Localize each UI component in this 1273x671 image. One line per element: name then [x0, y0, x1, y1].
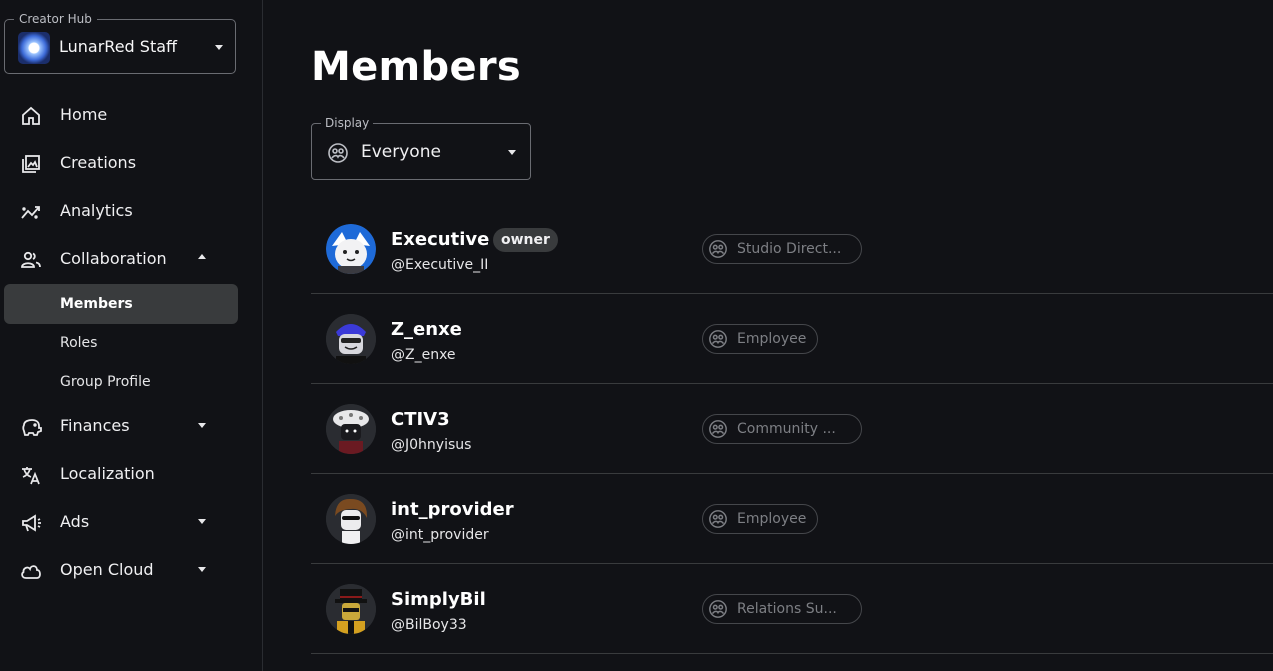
member-display-name: CTIV3 [391, 409, 450, 430]
creator-hub-legend: Creator Hub [14, 11, 97, 27]
sidebar-item-ads[interactable]: Ads [4, 502, 238, 542]
sidebar-item-label: Home [60, 105, 108, 124]
translate-icon [20, 464, 42, 486]
piggy-bank-icon [20, 416, 42, 438]
member-role-label: Studio Direct... [737, 241, 842, 257]
analytics-icon [20, 201, 42, 223]
creator-hub-selector[interactable]: Creator Hub LunarRed Staff [4, 11, 236, 74]
sidebar-item-label: Localization [60, 464, 155, 483]
megaphone-icon [20, 512, 42, 534]
member-username: @BilBoy33 [391, 617, 467, 633]
avatar[interactable] [326, 314, 376, 364]
sidebar-item-members[interactable]: Members [4, 284, 238, 324]
member-username: @J0hnyisus [391, 437, 472, 453]
sidebar-item-analytics[interactable]: Analytics [4, 191, 238, 231]
sidebar-item-label: Collaboration [60, 249, 167, 268]
sidebar-item-roles[interactable]: Roles [4, 323, 238, 363]
creations-icon [20, 153, 42, 175]
page-title: Members [311, 44, 522, 90]
group-name: LunarRed Staff [59, 37, 178, 56]
caret-down-icon [198, 519, 206, 524]
group-logo-icon [18, 32, 50, 64]
member-row[interactable]: int_provider @int_provider Employee [311, 474, 1273, 564]
member-role-chip[interactable]: Relations Su... [702, 594, 862, 624]
caret-down-icon [215, 45, 223, 50]
main-content: Members Display Everyone Executive owner… [263, 0, 1273, 671]
role-icon [708, 599, 728, 619]
member-display-name: Z_enxe [391, 319, 462, 340]
member-role-label: Community ... [737, 421, 836, 437]
cloud-icon [20, 560, 42, 582]
role-icon [708, 509, 728, 529]
sidebar-item-collaboration[interactable]: Collaboration [4, 239, 238, 279]
role-icon [708, 239, 728, 259]
member-role-chip[interactable]: Studio Direct... [702, 234, 862, 264]
member-display-name: SimplyBil [391, 589, 486, 610]
member-role-label: Employee [737, 511, 807, 527]
sidebar-item-localization[interactable]: Localization [4, 454, 238, 494]
member-row[interactable]: Z_enxe @Z_enxe Employee [311, 294, 1273, 384]
display-filter-legend: Display [321, 115, 374, 131]
avatar[interactable] [326, 224, 376, 274]
role-icon [708, 329, 728, 349]
member-role-chip[interactable]: Community ... [702, 414, 862, 444]
member-role-chip[interactable]: Employee [702, 504, 819, 534]
member-role-label: Relations Su... [737, 601, 837, 617]
home-icon [20, 105, 42, 127]
member-username: @int_provider [391, 527, 489, 543]
member-role-chip[interactable]: Employee [702, 324, 819, 354]
display-filter-dropdown[interactable]: Display Everyone [311, 115, 531, 180]
caret-down-icon [198, 567, 206, 572]
member-row[interactable]: CTIV3 @J0hnyisus Community ... [311, 384, 1273, 474]
sidebar-item-label: Group Profile [60, 374, 151, 390]
sidebar-item-home[interactable]: Home [4, 95, 238, 135]
owner-badge: owner [493, 228, 558, 252]
sidebar-item-group-profile[interactable]: Group Profile [4, 362, 238, 402]
sidebar-item-label: Creations [60, 153, 137, 172]
member-username: @Executive_II [391, 257, 489, 273]
display-filter-value: Everyone [361, 142, 441, 162]
sidebar-item-label: Open Cloud [60, 560, 154, 579]
member-username: @Z_enxe [391, 347, 456, 363]
member-display-name: int_provider [391, 499, 514, 520]
avatar[interactable] [326, 404, 376, 454]
member-row[interactable]: Executive owner @Executive_II Studio Dir… [311, 204, 1273, 294]
avatar[interactable] [326, 494, 376, 544]
caret-down-icon [198, 423, 206, 428]
member-display-name: Executive [391, 229, 490, 250]
sidebar-item-label: Analytics [60, 201, 133, 220]
sidebar-item-open-cloud[interactable]: Open Cloud [4, 550, 238, 590]
member-role-label: Employee [737, 331, 807, 347]
sidebar-item-label: Members [60, 296, 133, 312]
caret-down-icon [508, 150, 516, 155]
sidebar: Creator Hub LunarRed Staff Home Creation… [0, 0, 263, 671]
role-icon [327, 142, 349, 164]
sidebar-item-label: Finances [60, 416, 130, 435]
people-icon [20, 249, 42, 271]
member-row[interactable]: SimplyBil @BilBoy33 Relations Su... [311, 564, 1273, 654]
avatar[interactable] [326, 584, 376, 634]
sidebar-item-label: Ads [60, 512, 90, 531]
sidebar-item-label: Roles [60, 335, 98, 351]
caret-up-icon [198, 254, 206, 259]
sidebar-item-creations[interactable]: Creations [4, 143, 238, 183]
role-icon [708, 419, 728, 439]
sidebar-item-finances[interactable]: Finances [4, 406, 238, 446]
